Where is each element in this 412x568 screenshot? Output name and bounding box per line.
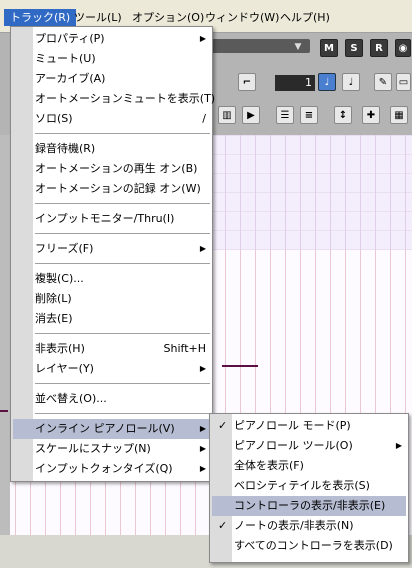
menu-item-duplicate[interactable]: 複製(C)... [13, 269, 210, 289]
menu-item-label: ノートの表示/非表示(N) [234, 519, 354, 532]
mixer-icon[interactable]: ☰ [276, 106, 294, 124]
menu-item-label: すべてのコントローラを表示(D) [234, 539, 393, 552]
menu-separator [35, 333, 210, 334]
menu-item-input-monitor[interactable]: インプットモニター/Thru(I) [13, 209, 210, 229]
menu-item-label: レイヤー(Y) [35, 362, 94, 375]
menu-item-label: 複製(C)... [35, 272, 84, 285]
submenu-item-show-all-controllers[interactable]: すべてのコントローラを表示(D) [212, 536, 406, 556]
menu-separator [35, 133, 210, 134]
list-view-icon[interactable]: ≡ [300, 106, 318, 124]
submenu-arrow-icon: ▶ [199, 424, 206, 433]
track-menu: プロパティ(P) ▶ ミュート(U) アーカイブ(A) オートメーションミュート… [10, 26, 215, 482]
menu-tools[interactable]: ツール(L) [68, 9, 128, 26]
input-echo-icon[interactable]: ◉ [395, 39, 411, 57]
draw-tool-icon[interactable]: ✎ [374, 73, 392, 91]
midi-note[interactable] [222, 365, 258, 367]
menu-item-label: オートメーションの再生 オン(B) [35, 162, 198, 175]
menu-separator [35, 233, 210, 234]
menu-item-show-automation-mute[interactable]: オートメーションミュートを表示(T) [13, 89, 215, 109]
menu-item-label: 削除(L) [35, 292, 72, 305]
submenu-arrow-icon: ▶ [199, 444, 206, 453]
menu-item-erase[interactable]: 消去(E) [13, 309, 210, 329]
menu-options[interactable]: オプション(O) [126, 9, 210, 26]
menu-item-automation-record[interactable]: オートメーションの記録 オン(W) [13, 179, 210, 199]
menu-item-label: 消去(E) [35, 312, 73, 325]
menu-help[interactable]: ヘルプ(H) [274, 9, 336, 26]
solo-button[interactable]: S [345, 39, 363, 57]
midi-note[interactable] [0, 410, 8, 412]
select-tool-icon[interactable]: ▭ [396, 73, 411, 91]
menu-item-label: オートメーションミュートを表示(T) [35, 92, 216, 105]
menu-item-automation-play[interactable]: オートメーションの再生 オン(B) [13, 159, 210, 179]
menu-separator [35, 413, 210, 414]
menu-item-label: ソロ(S) [35, 112, 73, 125]
menu-item-label: ピアノロール ツール(O) [234, 439, 353, 452]
menu-item-properties[interactable]: プロパティ(P) ▶ [13, 29, 210, 49]
submenu-item-piano-roll-tools[interactable]: ピアノロール ツール(O) ▶ [212, 436, 406, 456]
menu-item-label: アーカイブ(A) [35, 72, 106, 85]
quarter-note-button[interactable]: ♩ [318, 73, 336, 91]
menu-item-input-quantize[interactable]: インプットクォンタイズ(Q) ▶ [13, 459, 210, 479]
menu-item-freeze[interactable]: フリーズ(F) ▶ [13, 239, 210, 259]
submenu-item-toggle-notes[interactable]: ✓ ノートの表示/非表示(N) [212, 516, 406, 536]
submenu-item-piano-roll-mode[interactable]: ✓ ピアノロール モード(P) [212, 416, 406, 436]
menu-item-shortcut: / [202, 112, 206, 125]
fit-vertical-icon[interactable]: ↕ [334, 106, 352, 124]
menu-separator [35, 263, 210, 264]
menu-item-sort[interactable]: 並べ替え(O)... [13, 389, 210, 409]
submenu-item-show-all[interactable]: 全体を表示(F) [212, 456, 406, 476]
menu-item-label: 録音待機(R) [35, 142, 96, 155]
menu-item-delete[interactable]: 削除(L) [13, 289, 210, 309]
menu-item-label: オートメーションの記録 オン(W) [35, 182, 201, 195]
submenu-item-toggle-controllers[interactable]: コントローラの表示/非表示(E) [212, 496, 406, 516]
submenu-arrow-icon: ▶ [199, 464, 206, 473]
menu-track[interactable]: トラック(R) [4, 9, 77, 26]
submenu-arrow-icon: ▶ [199, 244, 206, 253]
menu-item-shortcut: Shift+H [163, 342, 207, 355]
grid-icon[interactable]: ▦ [390, 106, 408, 124]
menu-item-mute[interactable]: ミュート(U) [13, 49, 210, 69]
fit-all-icon[interactable]: ✚ [362, 106, 380, 124]
menu-item-label: コントローラの表示/非表示(E) [234, 499, 386, 512]
snap-value-display[interactable]: 1 [275, 75, 315, 91]
menu-item-hide[interactable]: 非表示(H) Shift+H [13, 339, 210, 359]
track-edge [0, 135, 10, 535]
piano-roll-icon[interactable]: ▥ [218, 106, 236, 124]
menu-item-label: ミュート(U) [35, 52, 96, 65]
chevron-down-icon[interactable]: ▼ [290, 39, 306, 55]
menu-item-label: ピアノロール モード(P) [234, 419, 351, 432]
menu-item-label: 非表示(H) [35, 342, 85, 355]
mute-button[interactable]: M [320, 39, 338, 57]
record-arm-button[interactable]: R [370, 39, 388, 57]
menu-window[interactable]: ウィンドウ(W) [199, 9, 285, 26]
menu-item-label: インプットクォンタイズ(Q) [35, 462, 173, 475]
menu-item-label: プロパティ(P) [35, 32, 105, 45]
menu-item-solo[interactable]: ソロ(S) / [13, 109, 210, 129]
menu-item-record-arm[interactable]: 録音待機(R) [13, 139, 210, 159]
play-marker-icon[interactable]: ▶ [242, 106, 260, 124]
menu-separator [35, 203, 210, 204]
menu-item-label: フリーズ(F) [35, 242, 94, 255]
submenu-arrow-icon: ▶ [199, 364, 206, 373]
menu-item-label: インライン ピアノロール(V) [35, 422, 175, 435]
menu-item-label: ベロシティテイルを表示(S) [234, 479, 370, 492]
menu-item-snap-to-scale[interactable]: スケールにスナップ(N) ▶ [13, 439, 210, 459]
menu-item-label: スケールにスナップ(N) [35, 442, 151, 455]
submenu-arrow-icon: ▶ [199, 34, 206, 43]
submenu-item-show-velocity-tails[interactable]: ベロシティテイルを表示(S) [212, 476, 406, 496]
checkmark-icon: ✓ [218, 519, 228, 532]
submenu-arrow-icon: ▶ [395, 441, 402, 450]
half-note-icon[interactable]: ♩ [342, 73, 360, 91]
menu-item-layers[interactable]: レイヤー(Y) ▶ [13, 359, 210, 379]
menu-separator [35, 383, 210, 384]
menu-item-inline-piano-roll[interactable]: インライン ピアノロール(V) ▶ [13, 419, 210, 439]
menu-item-archive[interactable]: アーカイブ(A) [13, 69, 210, 89]
checkmark-icon: ✓ [218, 419, 228, 432]
menu-item-label: 全体を表示(F) [234, 459, 304, 472]
snap-button[interactable]: ⌐ [238, 73, 256, 91]
menu-item-label: インプットモニター/Thru(I) [35, 212, 175, 225]
menu-item-label: 並べ替え(O)... [35, 392, 107, 405]
piano-roll-submenu: ✓ ピアノロール モード(P) ピアノロール ツール(O) ▶ 全体を表示(F)… [209, 413, 409, 563]
